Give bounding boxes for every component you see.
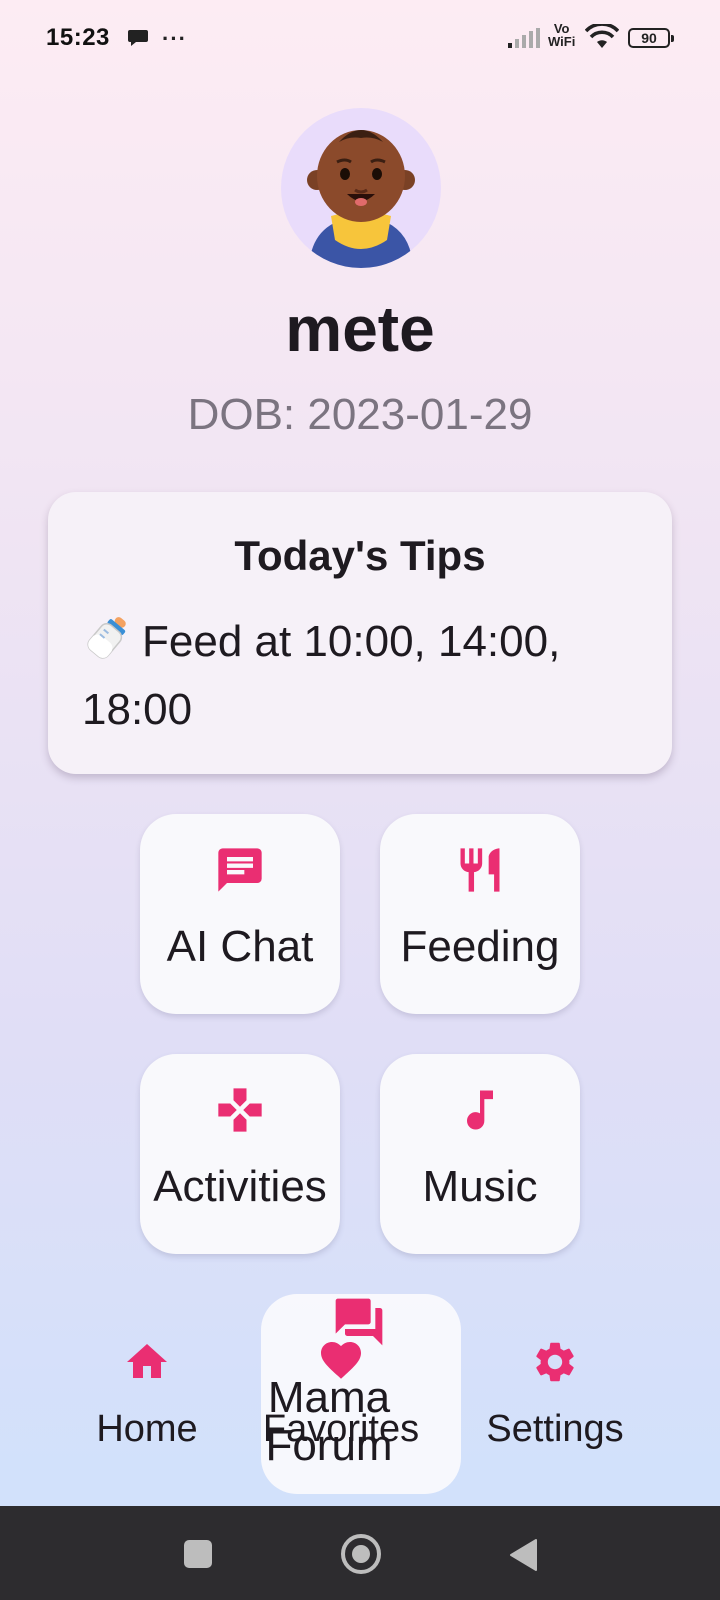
nav-home[interactable]: Home (47, 1330, 247, 1460)
battery-level: 90 (641, 30, 657, 46)
baby-name: mete (285, 293, 435, 365)
baby-dob: DOB: 2023-01-29 (187, 390, 533, 439)
music-label: Music (422, 1162, 538, 1211)
status-time: 15:23 (46, 24, 110, 51)
music-button[interactable]: Music (380, 1054, 580, 1254)
todays-tips-card: Today's Tips Feed at 10:00, 14:00, 18:00 (48, 492, 672, 774)
status-bar: 15:23 ··· Vo WiFi 90 (0, 0, 720, 80)
nav-favorites-label: Favorites (262, 1408, 420, 1450)
recents-square-icon[interactable] (184, 1540, 212, 1568)
feeding-button[interactable]: Feeding (380, 814, 580, 1014)
nav-home-label: Home (96, 1408, 198, 1450)
feeding-label: Feeding (400, 922, 560, 971)
back-triangle-icon[interactable] (508, 1538, 538, 1572)
home-circle-icon[interactable] (341, 1534, 381, 1574)
nav-settings[interactable]: Settings (455, 1330, 655, 1460)
battery-icon: 90 (628, 28, 674, 48)
activities-button[interactable]: Activities (140, 1054, 340, 1254)
home-icon (127, 1344, 167, 1378)
chat-icon (218, 848, 262, 892)
nav-settings-label: Settings (486, 1408, 624, 1450)
tips-body: Feed at 10:00, 14:00, 18:00 (82, 608, 652, 744)
system-navigation-bar (0, 1506, 720, 1600)
music-note-icon (467, 1090, 493, 1130)
tips-title: Today's Tips (234, 532, 486, 579)
more-dots-icon: ··· (162, 26, 187, 51)
tips-text: Feed at 10:00, 14:00, 18:00 (82, 617, 561, 734)
baby-avatar-image (307, 130, 415, 268)
activities-label: Activities (153, 1162, 327, 1211)
wifi-icon (585, 24, 619, 48)
vowifi-icon: Vo WiFi (548, 22, 575, 48)
ai-chat-button[interactable]: AI Chat (140, 814, 340, 1014)
baby-bottle-icon (87, 617, 126, 659)
fork-knife-icon (460, 848, 500, 892)
vowifi-wifi-label: WiFi (548, 34, 576, 49)
baby-avatar-icon[interactable] (281, 108, 441, 268)
gamepad-icon (218, 1088, 262, 1132)
signal-strength-icon (508, 28, 540, 48)
message-bubble-icon (128, 30, 148, 46)
nav-favorites[interactable]: Favorites (241, 1330, 441, 1460)
heart-icon (321, 1342, 361, 1379)
ai-chat-label: AI Chat (166, 922, 314, 971)
gear-icon (536, 1342, 574, 1382)
